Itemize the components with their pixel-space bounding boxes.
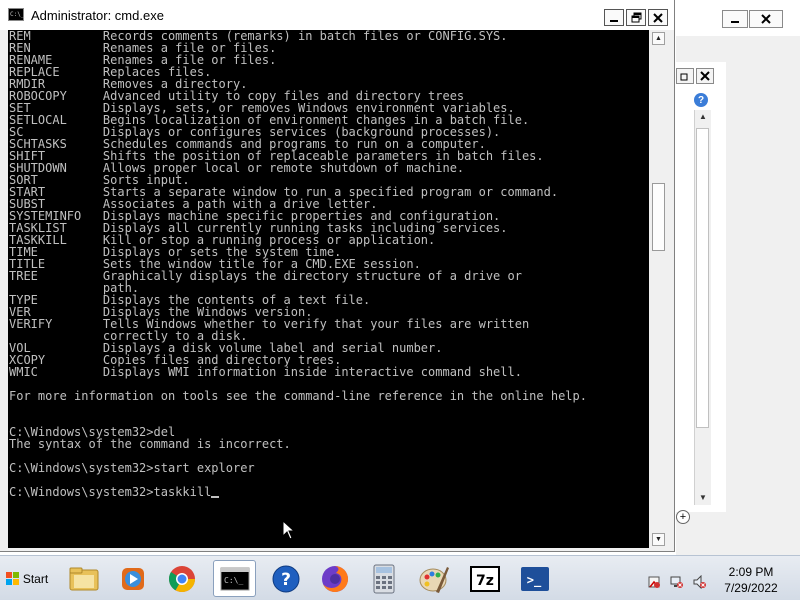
close-icon (761, 14, 771, 24)
network-icon[interactable] (670, 575, 684, 589)
taskbar-help-button[interactable]: ? (264, 560, 307, 597)
windows-logo-icon (5, 572, 19, 585)
cmd-caption-buttons (604, 9, 670, 26)
console-scrollbar[interactable]: ▲ ▼ (650, 30, 667, 548)
help-icon[interactable]: ? (694, 93, 708, 107)
folder-icon (69, 567, 98, 590)
window-title: Administrator: cmd.exe (31, 8, 164, 23)
console-prompt-text: C:\Windows\system32>taskkill (9, 485, 212, 499)
scroll-down-icon[interactable]: ▼ (652, 533, 665, 546)
console-line: C:\Windows\system32>taskkill (8, 486, 649, 498)
action-center-icon[interactable] (647, 575, 661, 589)
firefox-icon (321, 565, 348, 592)
calculator-icon (373, 564, 394, 593)
console-line: For more information on tools see the co… (9, 389, 587, 403)
volume-icon[interactable] (693, 575, 707, 589)
cmd-window: C:\_ Administrator: cmd.exe REM Records … (0, 0, 675, 552)
console-output[interactable]: REM Records comments (remarks) in batch … (8, 30, 649, 548)
7zip-glyph: 7z (476, 573, 494, 589)
taskbar-chrome-button[interactable] (160, 560, 203, 597)
dialog-scrollbar[interactable]: ▲ ▼ (694, 110, 711, 505)
minimize-icon (731, 21, 739, 23)
close-icon (700, 71, 710, 81)
restore-button[interactable] (626, 9, 646, 26)
powershell-glyph: >_ (526, 573, 541, 588)
console-line: The syntax of the command is incorrect. (9, 437, 291, 451)
background-window: ? ▲ ▼ + (676, 0, 800, 555)
cmd-icon[interactable]: C:\_ (8, 8, 24, 21)
restore-icon (680, 73, 688, 81)
paint-icon (419, 566, 449, 593)
help-icon: ? (272, 565, 299, 592)
text-cursor (211, 496, 220, 498)
dialog-restore-button[interactable] (676, 68, 694, 84)
scroll-up-icon[interactable]: ▲ (695, 110, 711, 124)
taskbar-media-player-button[interactable] (111, 560, 154, 597)
close-icon (653, 12, 663, 23)
taskbar-cmd-button[interactable]: C:\_ (213, 560, 256, 597)
dialog-caption-buttons (676, 68, 716, 84)
chrome-icon (168, 565, 195, 592)
zoom-in-icon[interactable]: + (676, 510, 690, 524)
taskbar-paint-button[interactable] (412, 560, 455, 597)
minimize-icon (610, 19, 618, 22)
start-button[interactable]: Start (2, 564, 52, 594)
clock-time: 2:09 PM (728, 565, 774, 579)
taskbar-calculator-button[interactable] (362, 560, 405, 597)
powershell-icon: >_ (520, 566, 549, 591)
dialog-close-button[interactable] (696, 68, 714, 84)
cmd-titlebar[interactable]: C:\_ Administrator: cmd.exe (0, 0, 674, 30)
cmd-icon: C:\_ (220, 567, 249, 590)
background-window-caption-buttons (722, 10, 784, 28)
cmd-glyph: C:\_ (224, 576, 243, 585)
taskbar-firefox-button[interactable] (313, 560, 356, 597)
help-glyph: ? (281, 570, 291, 590)
start-label: Start (22, 572, 49, 586)
console-lines: REM Records comments (remarks) in batch … (8, 30, 649, 498)
console-line: WMIC Displays WMI information inside int… (9, 365, 522, 379)
media-player-icon (121, 567, 144, 590)
close-button[interactable] (648, 9, 668, 26)
scroll-thumb[interactable] (696, 128, 709, 428)
restore-icon (631, 12, 641, 23)
taskbar-explorer-button[interactable] (62, 560, 105, 597)
taskbar-powershell-button[interactable]: >_ (513, 560, 556, 597)
clock-date: 7/29/2022 (724, 581, 778, 595)
7zip-icon: 7z (469, 565, 500, 592)
mouse-pointer-icon (282, 520, 296, 540)
scroll-thumb[interactable] (652, 183, 665, 251)
clock[interactable]: 2:09 PM 7/29/2022 (716, 564, 786, 596)
minimize-button[interactable] (722, 10, 748, 28)
scroll-up-icon[interactable]: ▲ (652, 32, 665, 45)
taskbar: Start C:\_ ? 7z >_ 2:09 PM 7/29/2022 (0, 555, 800, 600)
console-line: C:\Windows\system32>start explorer (9, 461, 255, 475)
minimize-button[interactable] (604, 9, 624, 26)
close-button[interactable] (749, 10, 783, 28)
scroll-down-icon[interactable]: ▼ (695, 491, 711, 505)
taskbar-7zip-button[interactable]: 7z (463, 560, 506, 597)
